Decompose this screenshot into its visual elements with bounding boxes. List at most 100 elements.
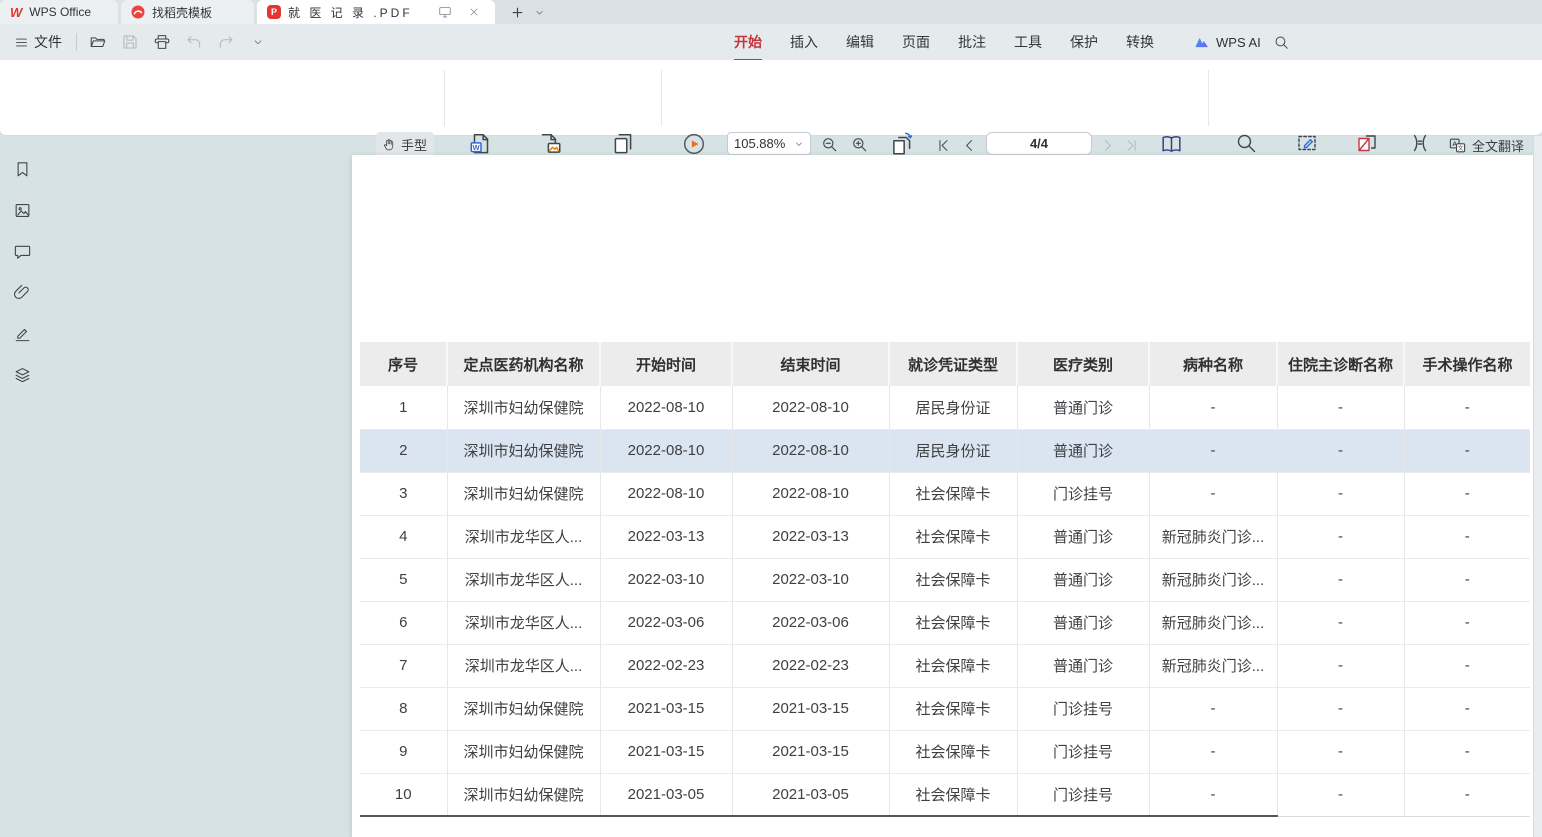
column-header: 就诊凭证类型 — [889, 342, 1017, 386]
tab-label: WPS Office — [29, 5, 91, 19]
table-cell: 门诊挂号 — [1017, 472, 1149, 515]
undo-button[interactable] — [183, 31, 205, 53]
table-cell: - — [1404, 386, 1530, 429]
new-tab-button[interactable] — [506, 0, 528, 24]
zoom-level-select[interactable]: 105.88% — [727, 132, 811, 155]
thumbnails-icon[interactable] — [11, 199, 33, 221]
column-header: 住院主诊断名称 — [1277, 342, 1404, 386]
tab-medical-record-pdf[interactable]: P 就 医 记 录 .PDF — [257, 0, 495, 24]
wps-logo-icon: W — [10, 5, 22, 20]
save-button[interactable] — [119, 31, 141, 53]
zoom-in-button[interactable] — [847, 132, 871, 156]
vertical-scrollbar[interactable] — [1533, 136, 1542, 837]
table-cell: 深圳市妇幼保健院 — [447, 773, 600, 816]
table-cell: 8 — [360, 687, 447, 730]
column-header: 医疗类别 — [1017, 342, 1149, 386]
menu-tab-insert[interactable]: 插入 — [789, 30, 819, 54]
table-cell: 3 — [360, 472, 447, 515]
tab-wps-office[interactable]: W WPS Office — [0, 0, 118, 24]
table-cell: - — [1149, 687, 1277, 730]
wps-ai-button[interactable]: WPS AI — [1194, 24, 1261, 60]
play-icon — [681, 131, 707, 157]
table-cell: 社会保障卡 — [889, 730, 1017, 773]
pdf-convert-icon: W — [468, 131, 494, 157]
menu-tab-page[interactable]: 页面 — [901, 30, 931, 54]
table-cell: 5 — [360, 558, 447, 601]
table-cell: 社会保障卡 — [889, 687, 1017, 730]
full-translate-button[interactable]: A文 全文翻译 — [1448, 136, 1524, 155]
table-cell: 2022-03-10 — [600, 558, 732, 601]
tab-docer-templates[interactable]: 找稻壳模板 — [121, 0, 254, 24]
menu-tab-home[interactable]: 开始 — [733, 30, 763, 54]
page-number-input[interactable] — [986, 132, 1092, 155]
table-cell: 新冠肺炎门诊... — [1149, 644, 1277, 687]
table-cell: 2022-03-13 — [732, 515, 889, 558]
menu-tab-tools[interactable]: 工具 — [1013, 30, 1043, 54]
table-cell: - — [1149, 472, 1277, 515]
menu-tab-convert[interactable]: 转换 — [1125, 30, 1155, 54]
hand-tool-button[interactable]: 手型 — [376, 132, 434, 157]
screen-share-icon[interactable] — [434, 0, 456, 24]
table-cell: 2021-03-15 — [732, 687, 889, 730]
menubar-search-icon[interactable] — [1270, 31, 1292, 53]
medical-records-table: 序号 定点医药机构名称 开始时间 结束时间 就诊凭证类型 医疗类别 病种名称 住… — [360, 342, 1530, 817]
layers-icon[interactable] — [11, 363, 33, 385]
table-cell: 2022-03-06 — [732, 601, 889, 644]
table-cell: - — [1404, 558, 1530, 601]
table-cell: 深圳市龙华区人... — [447, 601, 600, 644]
table-cell: 2021-03-15 — [600, 687, 732, 730]
last-page-button[interactable] — [1120, 133, 1142, 157]
table-cell: 2022-08-10 — [732, 386, 889, 429]
table-cell: 4 — [360, 515, 447, 558]
file-menu-button[interactable]: 文件 — [10, 30, 66, 54]
table-cell: - — [1404, 429, 1530, 472]
print-button[interactable] — [151, 31, 173, 53]
table-cell: 社会保障卡 — [889, 515, 1017, 558]
table-row: 1深圳市妇幼保健院2022-08-102022-08-10居民身份证普通门诊--… — [360, 386, 1530, 429]
tab-label: 就 医 记 录 .PDF — [288, 4, 427, 21]
read-mode-icon — [1157, 130, 1185, 158]
table-cell: 2022-03-13 — [600, 515, 732, 558]
open-file-button[interactable] — [87, 31, 109, 53]
pdf-page[interactable]: 序号 定点医药机构名称 开始时间 结束时间 就诊凭证类型 医疗类别 病种名称 住… — [352, 155, 1533, 837]
next-page-button[interactable] — [1096, 133, 1118, 157]
titlebar: W WPS Office 找稻壳模板 P 就 医 记 录 .PDF — [0, 0, 1542, 24]
table-cell: - — [1404, 644, 1530, 687]
close-tab-icon[interactable] — [463, 0, 485, 24]
table-cell: - — [1277, 601, 1404, 644]
table-cell: 7 — [360, 644, 447, 687]
quickbar-chevron-icon[interactable] — [247, 31, 269, 53]
column-header: 病种名称 — [1149, 342, 1277, 386]
wps-pdf-window: W WPS Office 找稻壳模板 P 就 医 记 录 .PDF — [0, 0, 1542, 837]
previous-page-button[interactable] — [958, 133, 980, 157]
table-cell: 10 — [360, 773, 447, 816]
tab-list-chevron-icon[interactable] — [528, 0, 550, 24]
table-cell: - — [1277, 558, 1404, 601]
menu-tab-comment[interactable]: 批注 — [957, 30, 987, 54]
menu-tab-edit[interactable]: 编辑 — [845, 30, 875, 54]
table-cell: 2022-03-06 — [600, 601, 732, 644]
table-cell: 门诊挂号 — [1017, 687, 1149, 730]
table-cell: 普通门诊 — [1017, 558, 1149, 601]
table-cell: 2022-08-10 — [600, 472, 732, 515]
table-cell: 深圳市妇幼保健院 — [447, 386, 600, 429]
hand-tool-label: 手型 — [401, 135, 427, 154]
table-cell: 2022-08-10 — [600, 386, 732, 429]
menu-tabs: 开始 插入 编辑 页面 批注 工具 保护 转换 — [733, 24, 1155, 60]
table-cell: 2022-08-10 — [732, 429, 889, 472]
tab-label: 找稻壳模板 — [152, 4, 212, 21]
chevron-down-icon — [794, 139, 804, 149]
menu-tab-protect[interactable]: 保护 — [1069, 30, 1099, 54]
table-cell: 深圳市妇幼保健院 — [447, 472, 600, 515]
table-cell: 门诊挂号 — [1017, 773, 1149, 816]
table-cell: 新冠肺炎门诊... — [1149, 558, 1277, 601]
redo-button[interactable] — [215, 31, 237, 53]
first-page-button[interactable] — [932, 133, 954, 157]
svg-text:W: W — [473, 143, 481, 152]
comment-icon[interactable] — [11, 240, 33, 262]
signature-icon[interactable] — [11, 322, 33, 344]
attachment-icon[interactable] — [11, 281, 33, 303]
bookmark-icon[interactable] — [11, 158, 33, 180]
table-cell: - — [1404, 730, 1530, 773]
zoom-out-button[interactable] — [817, 132, 841, 156]
